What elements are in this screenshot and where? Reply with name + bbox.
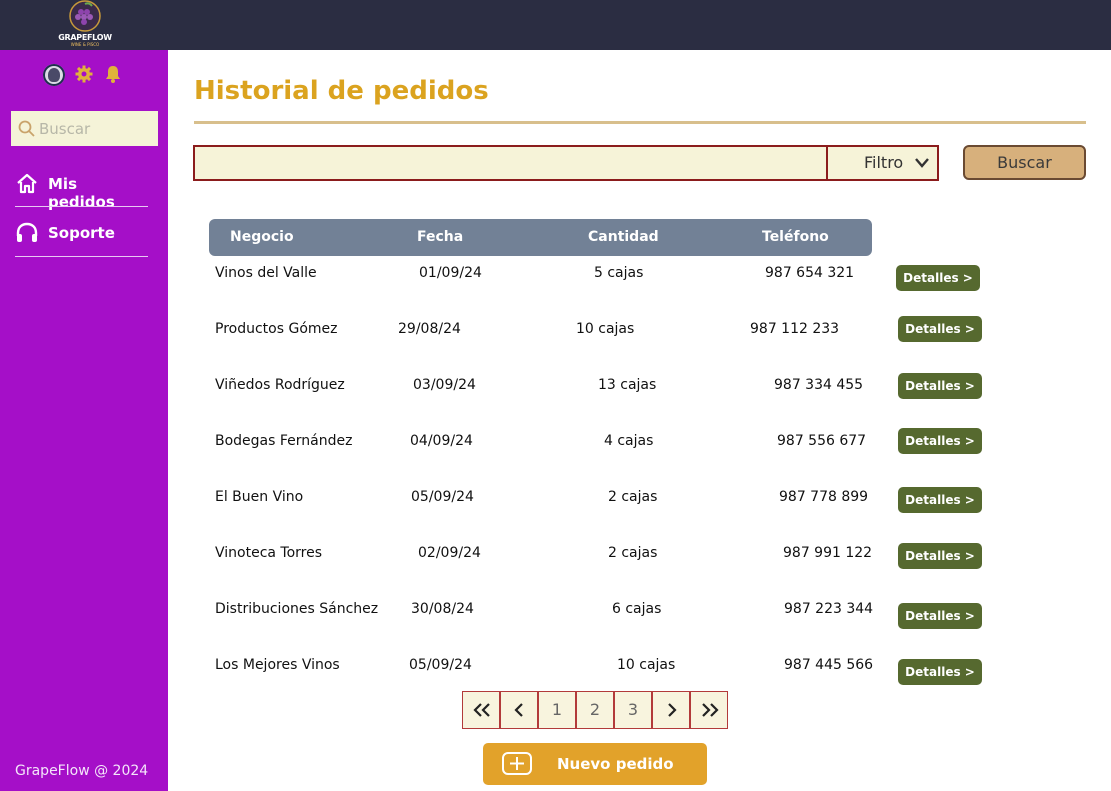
- cell-telefono: 987 223 344: [784, 601, 874, 617]
- details-button[interactable]: Detalles >: [898, 543, 982, 569]
- cell-cantidad: 10 cajas: [617, 657, 676, 673]
- cell-telefono: 987 112 233: [750, 321, 840, 337]
- bell-icon[interactable]: [103, 64, 123, 84]
- cell-telefono: 987 991 122: [783, 545, 873, 561]
- gear-icon[interactable]: [74, 64, 94, 84]
- cell-negocio: Vinoteca Torres: [215, 545, 323, 561]
- cell-cantidad: 10 cajas: [576, 321, 635, 337]
- nav-divider: [15, 256, 148, 257]
- details-button[interactable]: Detalles >: [898, 428, 982, 454]
- grapeflow-logo: GRAPEFLOW WINE & PISCO: [55, 0, 115, 48]
- column-header-fecha: Fecha: [417, 229, 464, 245]
- cell-fecha: 01/09/24: [419, 265, 482, 281]
- cell-negocio: Los Mejores Vinos: [215, 657, 340, 673]
- page-button-2[interactable]: 2: [576, 691, 614, 729]
- cell-cantidad: 13 cajas: [598, 377, 657, 393]
- cell-telefono: 987 556 677: [777, 433, 867, 449]
- cell-cantidad: 5 cajas: [594, 265, 644, 281]
- page-title: Historial de pedidos: [194, 76, 489, 106]
- details-button[interactable]: Detalles >: [898, 373, 982, 399]
- details-button[interactable]: Detalles >: [898, 316, 982, 342]
- next-page-button[interactable]: [652, 691, 690, 729]
- title-divider: [194, 121, 1086, 124]
- table-header: Negocio Fecha Cantidad Teléfono: [209, 219, 872, 256]
- cell-negocio: El Buen Vino: [215, 489, 304, 505]
- details-button[interactable]: Detalles >: [898, 603, 982, 629]
- page-button-1[interactable]: 1: [538, 691, 576, 729]
- cell-telefono: 987 445 566: [784, 657, 874, 673]
- cell-fecha: 03/09/24: [413, 377, 476, 393]
- sidebar-item-mis-pedidos[interactable]: Mis pedidos: [15, 162, 148, 211]
- column-header-telefono: Teléfono: [762, 229, 829, 245]
- cell-telefono: 987 654 321: [765, 265, 855, 281]
- top-bar: GRAPEFLOW WINE & PISCO: [0, 0, 1111, 50]
- new-order-button[interactable]: Nuevo pedido: [483, 743, 707, 785]
- column-header-negocio: Negocio: [230, 229, 294, 245]
- first-page-button[interactable]: [462, 691, 500, 729]
- home-icon: [17, 173, 37, 194]
- cell-negocio: Viñedos Rodríguez: [215, 377, 345, 393]
- cell-fecha: 29/08/24: [398, 321, 461, 337]
- sidebar-item-label: Soporte: [48, 224, 115, 242]
- cell-cantidad: 2 cajas: [608, 545, 658, 561]
- grape-logo-icon: [69, 0, 101, 32]
- sidebar-search: [11, 111, 158, 146]
- cell-negocio: Productos Gómez: [215, 321, 338, 337]
- filter-bar: Filtro: [193, 145, 939, 181]
- double-chevron-right-icon: [702, 703, 719, 717]
- plus-icon: [502, 752, 532, 775]
- user-avatar[interactable]: [43, 64, 65, 86]
- cell-fecha: 05/09/24: [411, 489, 474, 505]
- details-button[interactable]: Detalles >: [896, 265, 980, 291]
- details-button[interactable]: Detalles >: [898, 659, 982, 685]
- cell-cantidad: 6 cajas: [612, 601, 662, 617]
- cell-fecha: 05/09/24: [409, 657, 472, 673]
- brand-tagline: WINE & PISCO: [70, 42, 100, 47]
- search-input[interactable]: [195, 147, 841, 179]
- cell-negocio: Vinos del Valle: [215, 265, 317, 281]
- sidebar-footer: GrapeFlow @ 2024: [15, 763, 149, 779]
- last-page-button[interactable]: [690, 691, 728, 729]
- prev-page-button[interactable]: [500, 691, 538, 729]
- brand-name: GRAPEFLOW: [58, 33, 112, 42]
- cell-cantidad: 4 cajas: [604, 433, 654, 449]
- page-button-3[interactable]: 3: [614, 691, 652, 729]
- headset-icon: [16, 222, 38, 242]
- sidebar-item-soporte[interactable]: Soporte: [15, 211, 148, 253]
- chevron-down-icon: [915, 158, 929, 168]
- cell-negocio: Bodegas Fernández: [215, 433, 353, 449]
- cell-fecha: 04/09/24: [410, 433, 473, 449]
- column-header-cantidad: Cantidad: [588, 229, 659, 245]
- cell-telefono: 987 778 899: [779, 489, 869, 505]
- cell-telefono: 987 334 455: [774, 377, 864, 393]
- search-button[interactable]: Buscar: [963, 145, 1086, 180]
- cell-negocio: Distribuciones Sánchez: [215, 601, 379, 617]
- sidebar-search-input[interactable]: [39, 111, 154, 146]
- cell-fecha: 30/08/24: [411, 601, 474, 617]
- cell-fecha: 02/09/24: [418, 545, 481, 561]
- filter-label: Filtro: [864, 153, 904, 172]
- nav-divider: [15, 206, 148, 207]
- chevron-left-icon: [514, 703, 523, 717]
- filter-dropdown[interactable]: Filtro: [826, 145, 939, 181]
- chevron-right-icon: [668, 703, 677, 717]
- search-icon: [18, 120, 35, 137]
- double-chevron-left-icon: [473, 703, 490, 717]
- new-order-label: Nuevo pedido: [557, 755, 674, 773]
- details-button[interactable]: Detalles >: [898, 487, 982, 513]
- cell-cantidad: 2 cajas: [608, 489, 658, 505]
